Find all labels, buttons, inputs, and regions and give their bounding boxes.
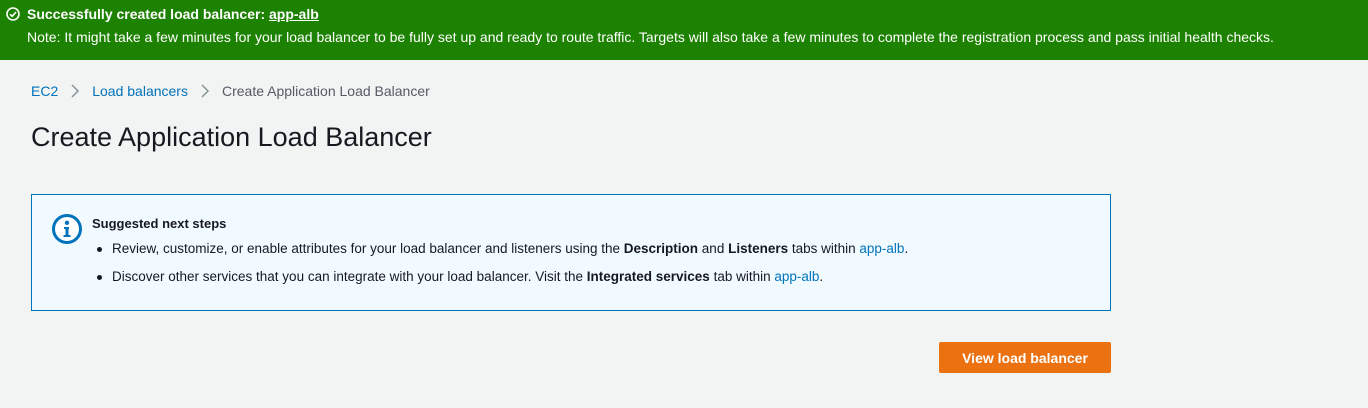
breadcrumb-current: Create Application Load Balancer (221, 83, 430, 99)
success-flash-banner: Successfully created load balancer: app-… (0, 0, 1368, 60)
flash-title-prefix: Successfully created load balancer: (27, 6, 269, 22)
step2-text: Discover other services that you can int… (112, 269, 587, 284)
info-title: Suggested next steps (92, 216, 227, 231)
step1-text: Review, customize, or enable attributes … (112, 241, 624, 256)
step2-lb-link[interactable]: app-alb (774, 269, 819, 284)
chevron-right-icon (71, 84, 80, 98)
info-icon (52, 214, 82, 244)
check-circle-icon (6, 7, 20, 21)
page-title: Create Application Load Balancer (31, 122, 432, 152)
flash-note: Note: It might take a few minutes for yo… (27, 29, 1274, 45)
flash-lb-link[interactable]: app-alb (269, 6, 319, 22)
list-item: Review, customize, or enable attributes … (92, 241, 908, 257)
flash-title: Successfully created load balancer: app-… (27, 6, 319, 22)
breadcrumb: EC2 Load balancers Create Application Lo… (31, 83, 430, 99)
step1-text-post: tabs within (788, 241, 860, 256)
suggested-next-steps-alert: Suggested next steps Review, customize, … (31, 194, 1111, 311)
flash-note-label: Note: (27, 29, 61, 45)
step2-text-post: tab within (709, 269, 775, 284)
step2-integrated-services-tab: Integrated services (586, 269, 710, 284)
step1-listeners-tab: Listeners (728, 241, 789, 256)
flash-note-text: It might take a few minutes for your loa… (60, 29, 1274, 45)
step1-description-tab: Description (623, 241, 699, 256)
next-steps-list: Review, customize, or enable attributes … (92, 241, 908, 297)
step1-end: . (904, 241, 909, 256)
step2-end: . (819, 269, 824, 284)
list-item: Discover other services that you can int… (92, 269, 908, 285)
step1-lb-link[interactable]: app-alb (859, 241, 904, 256)
breadcrumb-load-balancers[interactable]: Load balancers (92, 83, 188, 99)
view-load-balancer-button[interactable]: View load balancer (939, 342, 1111, 373)
chevron-right-icon (201, 84, 210, 98)
step1-text-mid: and (698, 241, 729, 256)
breadcrumb-ec2[interactable]: EC2 (31, 83, 58, 99)
